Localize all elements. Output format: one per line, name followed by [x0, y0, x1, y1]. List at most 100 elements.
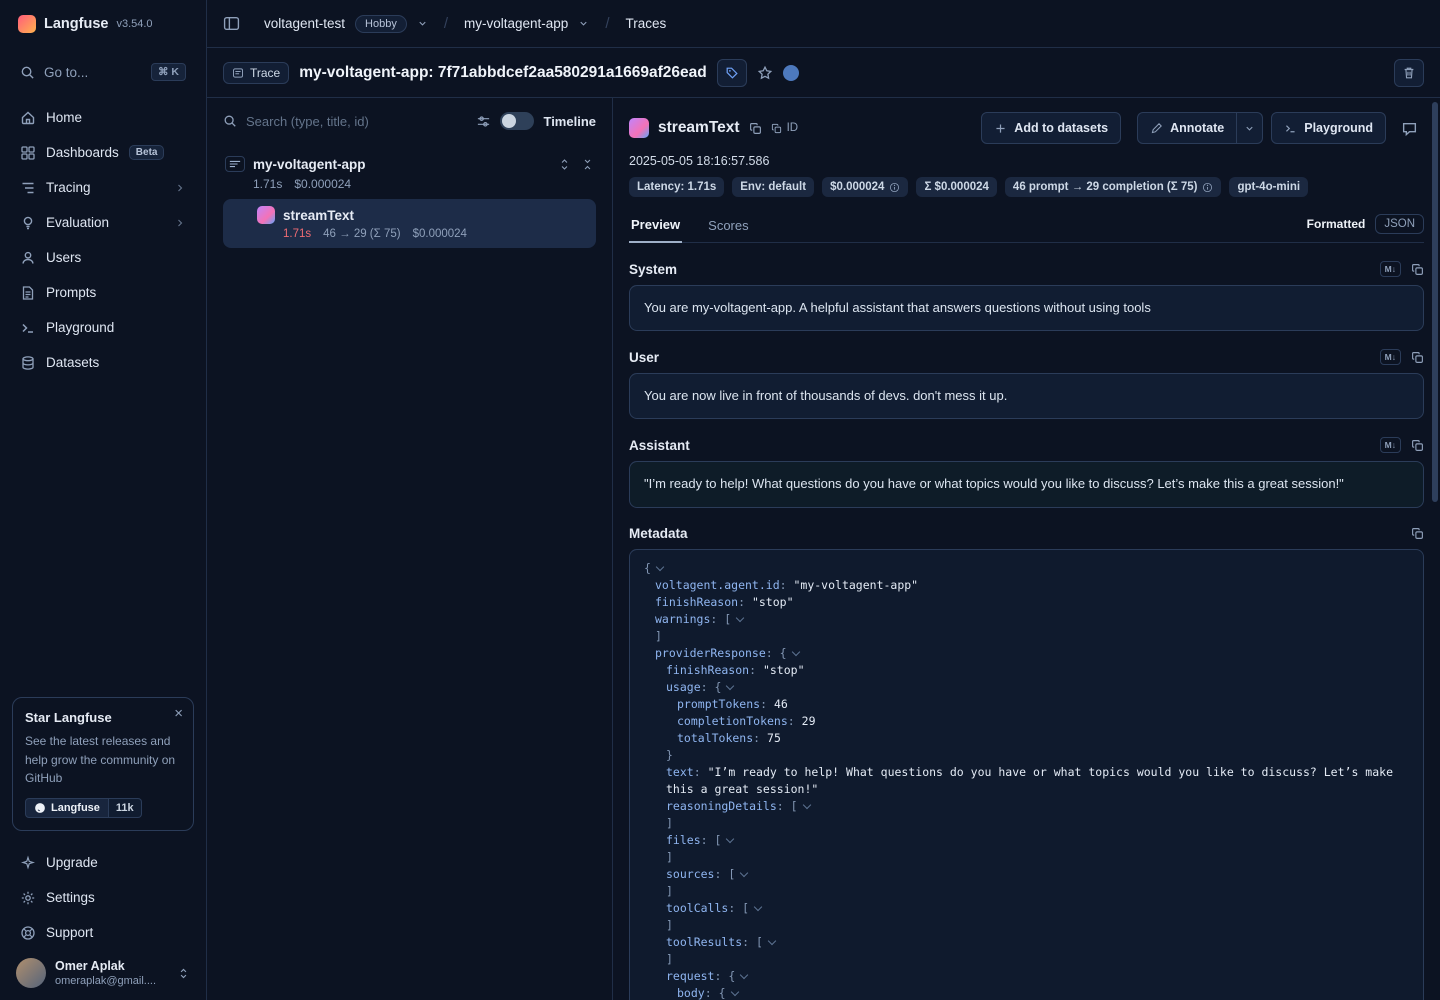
sidebar-toggle-icon[interactable] — [223, 15, 240, 32]
sidebar-item-label: Support — [46, 925, 93, 940]
copy-icon[interactable] — [1411, 527, 1424, 540]
top-bar: voltagent-test Hobby / my-voltagent-app … — [207, 0, 1440, 48]
chevron-down-icon[interactable] — [417, 18, 428, 29]
sidebar: Langfuse v3.54.0 Go to... ⌘ K Home Dashb… — [0, 0, 207, 1000]
annotate-dropdown-button[interactable] — [1237, 112, 1263, 144]
profile-name: Omer Aplak — [55, 959, 156, 975]
sidebar-item-users[interactable]: Users — [12, 240, 194, 275]
sidebar-item-playground[interactable]: Playground — [12, 310, 194, 345]
child-latency: 1.71s — [283, 228, 311, 240]
breadcrumb-project[interactable]: my-voltagent-app — [464, 16, 568, 31]
root-latency: 1.71s — [253, 177, 282, 191]
goto-shortcut: ⌘ K — [151, 63, 186, 81]
brand-row[interactable]: Langfuse v3.54.0 — [12, 0, 194, 48]
search-icon — [20, 65, 35, 80]
tree-search-row: Timeline — [223, 98, 596, 144]
star-icon[interactable] — [757, 65, 773, 81]
sparkles-icon — [20, 855, 36, 871]
tree-search-input[interactable] — [246, 114, 467, 129]
tree-root-row[interactable]: my-voltagent-app — [223, 154, 596, 174]
model-badge[interactable]: gpt-4o-mini — [1229, 177, 1308, 197]
annotate-button[interactable]: Annotate — [1137, 112, 1237, 144]
github-star-widget[interactable]: Langfuse 11k — [25, 798, 142, 818]
sidebar-item-label: Evaluation — [46, 215, 109, 230]
sidebar-item-home[interactable]: Home — [12, 100, 194, 135]
add-to-datasets-label: Add to datasets — [1014, 121, 1108, 135]
generation-icon — [257, 206, 275, 224]
markdown-toggle-icon[interactable]: M↓ — [1380, 349, 1401, 365]
tab-scores[interactable]: Scores — [706, 212, 750, 242]
section-title: Metadata — [629, 526, 688, 541]
sidebar-item-upgrade[interactable]: Upgrade — [12, 845, 194, 880]
sidebar-item-prompts[interactable]: Prompts — [12, 275, 194, 310]
copy-icon[interactable] — [749, 122, 762, 135]
cost-badge[interactable]: $0.000024 — [822, 177, 908, 197]
child-tokens: 46 → 29 (Σ 75) — [323, 228, 400, 240]
sidebar-item-dashboards[interactable]: Dashboards Beta — [12, 135, 194, 170]
comment-button[interactable] — [1394, 114, 1424, 142]
section-title: Assistant — [629, 438, 690, 453]
tree-root-stats: 1.71s $0.000024 — [223, 174, 596, 199]
gear-icon — [20, 890, 36, 906]
tree-body: my-voltagent-app 1.71s $0.000024 s — [223, 144, 596, 248]
info-icon — [889, 182, 900, 193]
goto-label: Go to... — [44, 65, 88, 80]
terminal-icon — [1284, 122, 1297, 135]
format-toggle-formatted[interactable]: Formatted — [1307, 217, 1366, 231]
timeline-toggle[interactable] — [500, 112, 534, 130]
sidebar-item-label: Prompts — [46, 285, 96, 300]
plan-badge[interactable]: Hobby — [355, 15, 407, 33]
plus-icon — [994, 122, 1007, 135]
chevrons-up-down-icon — [177, 967, 190, 980]
breadcrumb-page[interactable]: Traces — [626, 16, 667, 31]
copy-icon[interactable] — [1411, 439, 1424, 452]
tokens-badge[interactable]: 46 prompt → 29 completion (Σ 75) — [1005, 177, 1222, 197]
format-toggle-json[interactable]: JSON — [1375, 214, 1424, 234]
section-title: User — [629, 350, 659, 365]
comment-indicator[interactable] — [783, 65, 799, 81]
markdown-toggle-icon[interactable]: M↓ — [1380, 437, 1401, 453]
child-cost: $0.000024 — [413, 228, 467, 240]
chevron-down-icon[interactable] — [578, 18, 589, 29]
star-langfuse-card: Star Langfuse × See the latest releases … — [12, 697, 194, 831]
breadcrumb-separator: / — [605, 15, 609, 32]
delete-trace-button[interactable] — [1394, 59, 1424, 87]
sidebar-item-settings[interactable]: Settings — [12, 880, 194, 915]
close-icon[interactable]: × — [174, 706, 183, 721]
main-area: voltagent-test Hobby / my-voltagent-app … — [207, 0, 1440, 1000]
app-root: Langfuse v3.54.0 Go to... ⌘ K Home Dashb… — [0, 0, 1440, 1000]
markdown-toggle-icon[interactable]: M↓ — [1380, 261, 1401, 277]
tab-preview[interactable]: Preview — [629, 211, 682, 243]
observation-title: streamText — [658, 119, 740, 137]
expand-all-icon[interactable] — [558, 158, 571, 171]
sidebar-item-support[interactable]: Support — [12, 915, 194, 950]
filter-icon[interactable] — [476, 114, 491, 129]
copy-icon[interactable] — [1411, 351, 1424, 364]
sidebar-item-tracing[interactable]: Tracing — [12, 170, 194, 205]
trace-icon — [225, 156, 245, 172]
goto-search[interactable]: Go to... ⌘ K — [12, 56, 194, 88]
timeline-label: Timeline — [543, 114, 596, 129]
observation-id-chip[interactable]: ID — [771, 122, 799, 134]
assistant-message: "I’m ready to help! What questions do yo… — [629, 461, 1424, 507]
user-profile[interactable]: Omer Aplak omeraplak@gmail.... — [12, 950, 194, 990]
prompts-icon — [20, 285, 36, 301]
playground-button[interactable]: Playground — [1271, 112, 1386, 144]
detail-actions: Add to datasets Annotate Playground — [981, 112, 1424, 144]
breadcrumb-org[interactable]: voltagent-test — [264, 16, 345, 31]
sidebar-item-evaluation[interactable]: Evaluation — [12, 205, 194, 240]
collapse-all-icon[interactable] — [581, 158, 594, 171]
observation-timestamp: 2025-05-05 18:16:57.586 — [629, 154, 1424, 168]
copy-icon[interactable] — [1411, 263, 1424, 276]
add-to-datasets-button[interactable]: Add to datasets — [981, 112, 1121, 144]
id-chip-label: ID — [787, 122, 799, 134]
section-title: System — [629, 262, 677, 277]
brand-name: Langfuse — [44, 16, 108, 32]
scrollbar-thumb[interactable] — [1432, 102, 1438, 502]
app-version: v3.54.0 — [116, 18, 152, 30]
sidebar-item-datasets[interactable]: Datasets — [12, 345, 194, 380]
metadata-json[interactable]: {voltagent.agent.id: "my-voltagent-app"f… — [629, 549, 1424, 1000]
tag-button[interactable] — [717, 59, 747, 87]
observation-detail-panel: streamText ID Add to datasets — [613, 98, 1440, 1000]
tree-item-streamtext[interactable]: streamText 1.71s 46 → 29 (Σ 75) $0.00002… — [223, 199, 596, 248]
